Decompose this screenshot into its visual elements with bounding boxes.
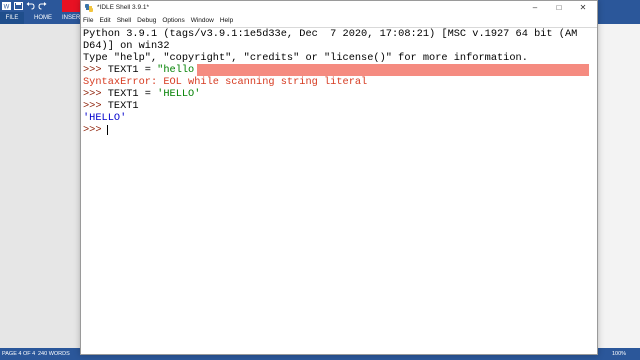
menu-shell[interactable]: Shell bbox=[114, 15, 134, 27]
prompt: >>> bbox=[83, 88, 108, 100]
text-cursor bbox=[107, 125, 108, 135]
minimize-icon[interactable]: – bbox=[523, 1, 547, 15]
save-icon[interactable] bbox=[14, 2, 23, 10]
string-literal: 'HELLO' bbox=[157, 88, 201, 100]
input-line-1: >>> TEXT1 = "hello bbox=[83, 64, 587, 76]
banner-line-3: Type "help", "copyright", "credits" or "… bbox=[83, 52, 528, 64]
window-title: *IDLE Shell 3.9.1* bbox=[97, 4, 150, 11]
tab-home[interactable]: HOME bbox=[34, 12, 52, 24]
maximize-icon[interactable]: □ bbox=[547, 1, 571, 15]
input-line-3: >>> TEXT1 bbox=[83, 100, 139, 112]
code-text: TEXT1 bbox=[107, 100, 139, 112]
word-red-tab bbox=[62, 0, 80, 12]
output-line: 'HELLO' bbox=[83, 112, 127, 124]
word-count[interactable]: 240 WORDS bbox=[38, 348, 70, 360]
shell-text-area[interactable]: Python 3.9.1 (tags/v3.9.1:1e5d33e, Dec 7… bbox=[81, 27, 597, 354]
menu-help[interactable]: Help bbox=[217, 15, 236, 27]
input-line-4[interactable]: >>> bbox=[83, 124, 108, 136]
menu-debug[interactable]: Debug bbox=[134, 15, 159, 27]
banner-line-2: D64)] on win32 bbox=[83, 40, 170, 52]
prompt: >>> bbox=[83, 100, 108, 112]
quick-access-toolbar: W bbox=[0, 0, 47, 12]
string-literal: "hello bbox=[157, 64, 195, 76]
svg-text:W: W bbox=[4, 5, 10, 11]
redo-icon[interactable] bbox=[38, 2, 47, 10]
menu-options[interactable]: Options bbox=[159, 15, 187, 27]
code-text: TEXT1 = bbox=[107, 88, 158, 100]
menu-window[interactable]: Window bbox=[188, 15, 217, 27]
menu-edit[interactable]: Edit bbox=[96, 15, 113, 27]
page-count[interactable]: PAGE 4 OF 4 bbox=[2, 348, 35, 360]
word-document-area bbox=[0, 24, 80, 348]
error-message: SyntaxError: EOL while scanning string l… bbox=[83, 76, 368, 88]
zoom-level[interactable]: 100% bbox=[612, 348, 626, 360]
close-icon[interactable]: ✕ bbox=[571, 1, 595, 15]
code-text: TEXT1 = bbox=[107, 64, 158, 76]
word-logo-icon: W bbox=[2, 2, 11, 10]
prompt: >>> bbox=[83, 64, 108, 76]
tab-file[interactable]: FILE bbox=[0, 12, 24, 24]
menu-file[interactable]: File bbox=[81, 15, 96, 27]
prompt: >>> bbox=[83, 124, 108, 136]
input-line-2: >>> TEXT1 = 'HELLO' bbox=[83, 88, 200, 100]
python-icon bbox=[85, 4, 93, 12]
idle-titlebar[interactable]: *IDLE Shell 3.9.1* – □ ✕ bbox=[81, 1, 597, 15]
idle-shell-window: *IDLE Shell 3.9.1* – □ ✕ File Edit Shell… bbox=[80, 0, 598, 355]
banner-line-1: Python 3.9.1 (tags/v3.9.1:1e5d33e, Dec 7… bbox=[83, 28, 578, 40]
undo-icon[interactable] bbox=[26, 2, 35, 10]
menu-bar: File Edit Shell Debug Options Window Hel… bbox=[81, 15, 597, 27]
